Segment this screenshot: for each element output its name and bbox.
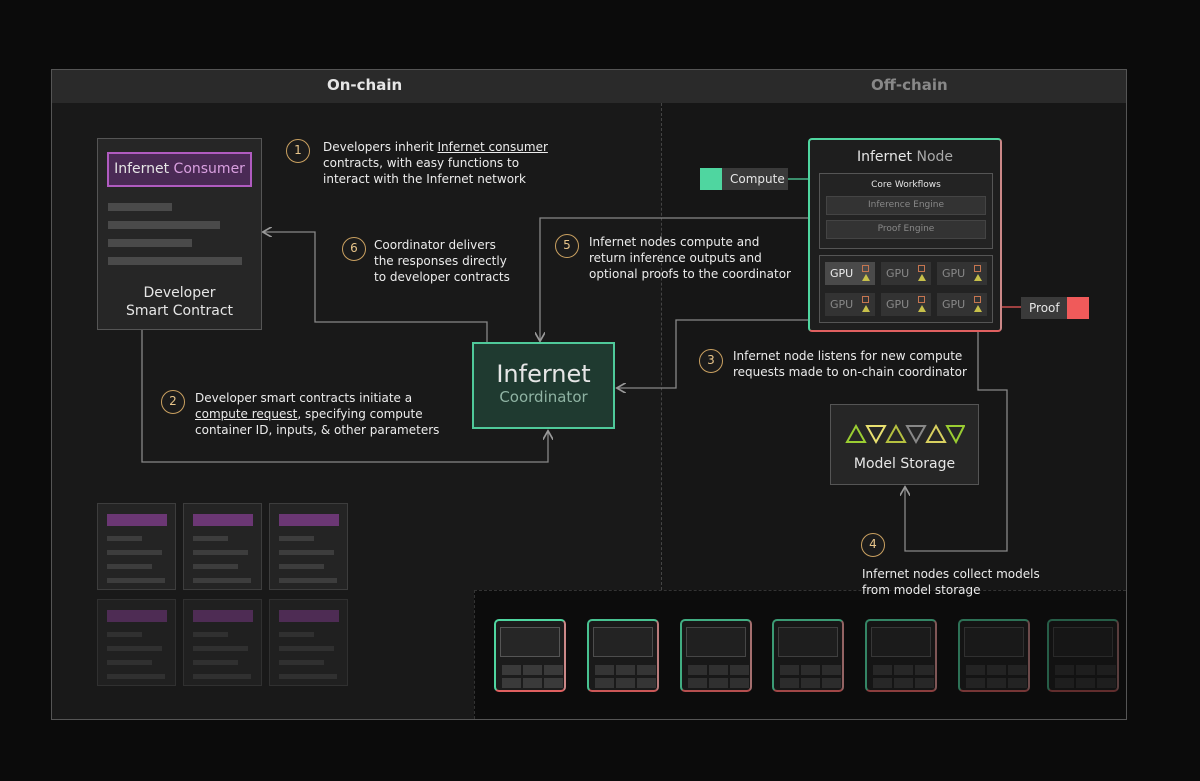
node-thumbnail <box>1047 619 1119 692</box>
step-6-text: Coordinator delivers the responses direct… <box>374 238 510 284</box>
gpu-unit: GPU <box>825 262 875 285</box>
contract-thumbnail <box>269 599 348 686</box>
contract-thumbnail <box>183 503 262 590</box>
step-3-text: Infernet node listens for new compute req… <box>733 349 967 379</box>
developer-smart-contract: Infernet Consumer Developer Smart Contrac… <box>97 138 262 330</box>
compute-swatch <box>700 168 722 190</box>
node-thumbnail <box>772 619 844 692</box>
infernet-coordinator: Infernet Coordinator <box>472 342 615 429</box>
node-thumbnail <box>680 619 752 692</box>
infernet-consumer-link[interactable]: Infernet consumer <box>438 140 548 154</box>
coordinator-title: Infernet <box>496 360 591 388</box>
code-line <box>108 221 220 229</box>
node-thumbnail <box>865 619 937 692</box>
step-3-badge: 3 <box>699 349 723 373</box>
step-4-text: Infernet nodes collect models from model … <box>862 567 1040 597</box>
developer-title: Developer Smart Contract <box>125 285 234 319</box>
contract-thumbnail <box>183 599 262 686</box>
step-2-text: Developer smart contracts initiate a comp… <box>195 391 440 437</box>
node-thumbnail <box>587 619 659 692</box>
step-1-text: Developers inherit Infernet consumer cont… <box>323 140 548 186</box>
contract-thumbnail <box>269 503 348 590</box>
compute-request-link[interactable]: compute request <box>195 407 297 421</box>
step-5-text: Infernet nodes compute and return inferen… <box>589 235 791 281</box>
inference-engine: Inference Engine <box>826 196 986 215</box>
infernet-consumer-box: Infernet Consumer <box>107 152 252 187</box>
step-1-badge: 1 <box>286 139 310 163</box>
contract-thumbnail <box>97 503 176 590</box>
gpu-unit: GPU <box>881 262 931 285</box>
compute-tag: Compute <box>700 168 788 190</box>
step-2-badge: 2 <box>161 390 185 414</box>
gpu-grid: GPU GPU GPU GPU GPU GPU <box>819 255 993 323</box>
gpu-unit: GPU <box>937 293 987 316</box>
infernet-node: Infernet Node Core Workflows Inference E… <box>808 138 1002 332</box>
core-workflows: Core Workflows Inference Engine Proof En… <box>819 173 993 249</box>
step-6-badge: 6 <box>342 237 366 261</box>
coordinator-subtitle: Coordinator <box>499 388 588 406</box>
consumer-word: Consumer <box>173 161 245 177</box>
model-triangles-icon <box>845 423 965 445</box>
node-title: Infernet Node <box>856 149 954 165</box>
gpu-unit: GPU <box>937 262 987 285</box>
model-storage: Model Storage <box>830 404 979 485</box>
proof-tag: Proof <box>1021 297 1089 319</box>
contract-thumbnail <box>97 599 176 686</box>
gpu-unit: GPU <box>825 293 875 316</box>
consumer-brand: Infernet <box>114 161 170 177</box>
proof-engine: Proof Engine <box>826 220 986 239</box>
code-line <box>108 239 192 247</box>
node-thumbnail <box>494 619 566 692</box>
step-4-badge: 4 <box>861 533 885 557</box>
code-line <box>108 203 172 211</box>
code-line <box>108 257 242 265</box>
step-5-badge: 5 <box>555 234 579 258</box>
proof-swatch <box>1067 297 1089 319</box>
node-thumbnail <box>958 619 1030 692</box>
gpu-unit: GPU <box>881 293 931 316</box>
